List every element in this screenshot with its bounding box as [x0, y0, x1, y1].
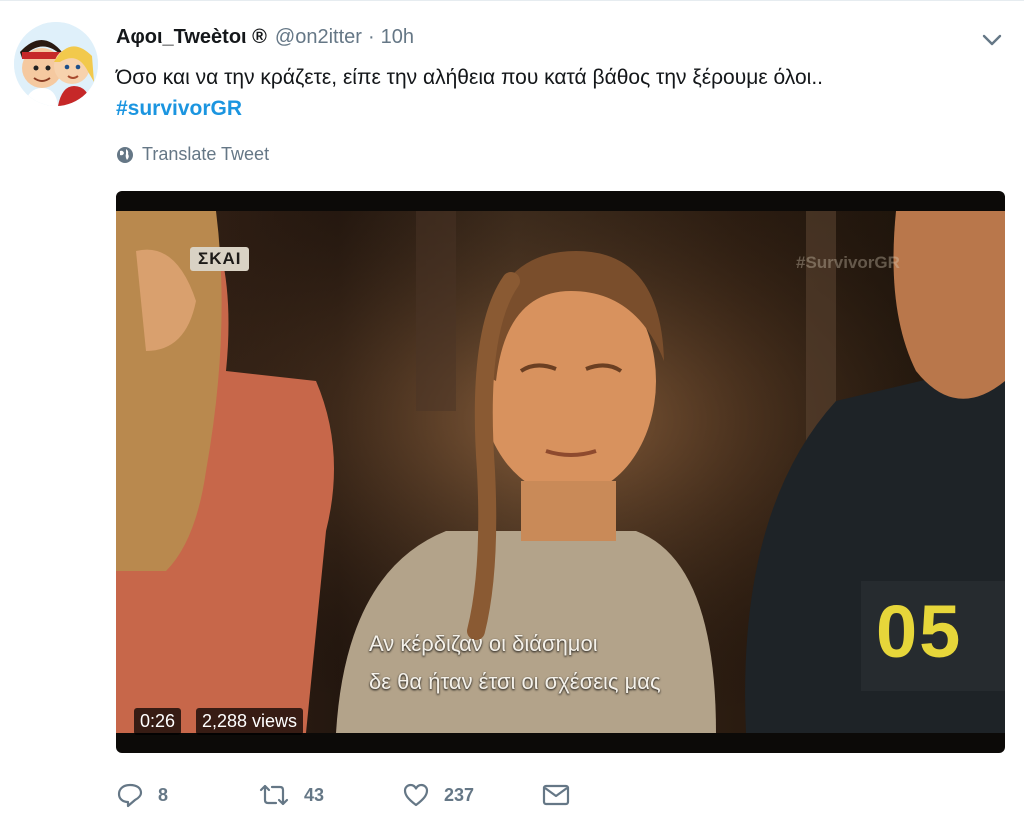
- envelope-icon: [542, 784, 570, 806]
- retweet-icon: [259, 784, 289, 806]
- heart-icon: [403, 783, 429, 807]
- tweet-actions: 8 43 237: [116, 778, 584, 812]
- reply-button[interactable]: 8: [116, 782, 258, 808]
- direct-message-button[interactable]: [542, 783, 584, 807]
- retweet-button[interactable]: 43: [258, 782, 402, 808]
- globe-icon: [117, 146, 133, 163]
- avatar[interactable]: [14, 22, 98, 106]
- tweet-body: Όσο και να την κράζετε, είπε την αλήθεια…: [116, 62, 1006, 124]
- tweet-text: Όσο και να την κράζετε, είπε την αλήθεια…: [116, 66, 823, 89]
- separator-dot: ·: [367, 26, 375, 48]
- like-button[interactable]: 237: [402, 782, 542, 808]
- watermark-text: #SurvivorGR: [796, 253, 900, 272]
- top-divider: [0, 0, 1024, 1]
- chevron-down-icon[interactable]: [980, 30, 1004, 50]
- reply-icon: [117, 783, 143, 808]
- translate-tweet-link[interactable]: Translate Tweet: [116, 144, 269, 165]
- author-name[interactable]: Αφοι_Tweètoι ®: [116, 26, 267, 49]
- subtitle-line-1: Αν κέρδιζαν οι διάσημοι: [369, 631, 598, 656]
- shirt-number: 05: [876, 590, 963, 673]
- video-frame: ΣΚΑΙ #SurvivorGR 05 Αν κέρδιζαν οι διάση…: [116, 211, 1005, 733]
- avatar-illustration: [14, 22, 98, 106]
- like-count: 237: [444, 784, 475, 805]
- translate-label: Translate Tweet: [142, 144, 270, 164]
- tweet-timestamp[interactable]: 10h: [381, 26, 414, 49]
- reply-count: 8: [158, 784, 169, 805]
- retweet-count: 43: [304, 784, 325, 805]
- video-player[interactable]: ΣΚΑΙ #SurvivorGR 05 Αν κέρδιζαν οι διάση…: [116, 191, 1005, 753]
- channel-logo: ΣΚΑΙ: [190, 247, 250, 271]
- subtitle-line-2: δε θα ήταν έτσι οι σχέσεις μας: [369, 669, 661, 694]
- author-handle[interactable]: @on2itter: [275, 26, 362, 49]
- video-view-count: 2,288 views: [196, 708, 304, 735]
- video-duration: 0:26: [134, 708, 182, 735]
- hashtag-link[interactable]: #survivorGR: [116, 93, 1006, 124]
- tweet-header: Αφοι_Tweètoι ® @on2itter · 10h: [116, 26, 414, 52]
